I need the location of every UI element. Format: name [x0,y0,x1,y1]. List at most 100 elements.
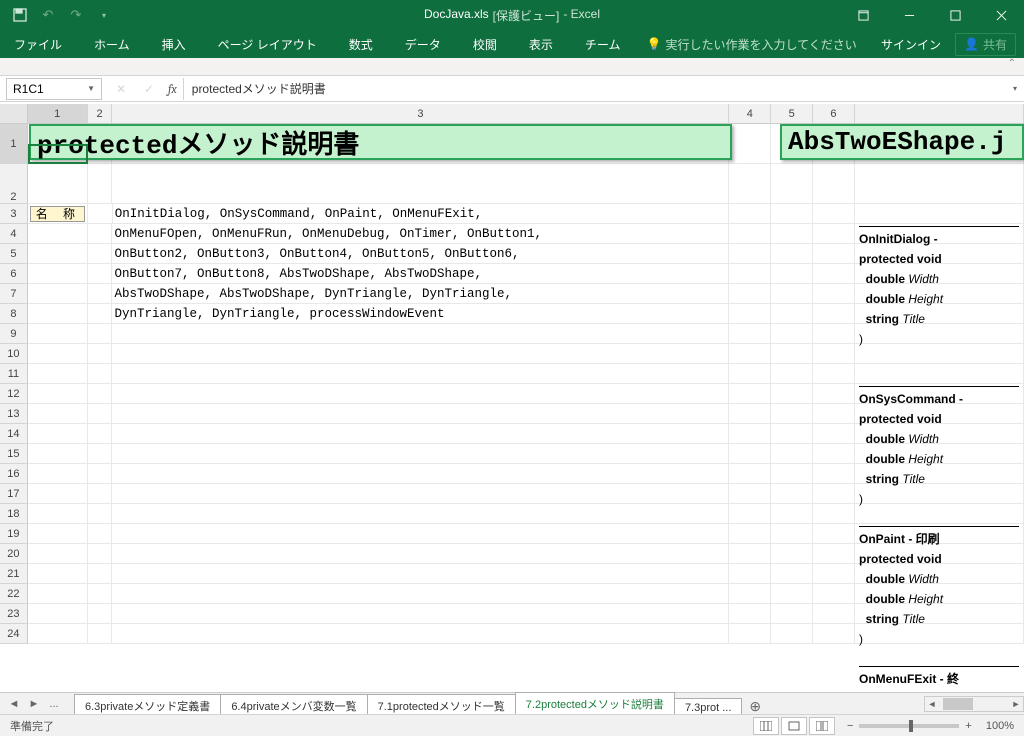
cell[interactable] [88,364,113,384]
sheet-tab[interactable]: 6.3privateメソッド定義書 [74,694,221,716]
cell[interactable] [729,404,771,424]
cell[interactable] [729,324,771,344]
cell[interactable] [112,164,729,204]
cell[interactable] [88,544,113,564]
cell[interactable] [28,364,88,384]
cell[interactable] [813,504,855,524]
cell[interactable] [28,384,88,404]
formula-expand-icon[interactable]: ▾ [1006,84,1024,93]
cell[interactable]: DynTriangle, DynTriangle, processWindowE… [112,304,729,324]
zoom-in-button[interactable]: + [965,720,971,732]
cell[interactable] [88,264,113,284]
cell[interactable] [729,204,771,224]
cell[interactable] [112,444,729,464]
cell[interactable] [88,384,113,404]
cell[interactable] [729,524,771,544]
cell[interactable] [112,484,729,504]
col-header-7[interactable] [855,104,1024,123]
cell[interactable] [729,624,771,644]
cell[interactable] [729,424,771,444]
maximize-button[interactable] [932,0,978,30]
cell[interactable] [813,604,855,624]
cell[interactable] [813,564,855,584]
cell[interactable]: 名 称 [28,204,88,224]
cell[interactable] [813,304,855,324]
row-header[interactable]: 13 [0,404,28,424]
cell[interactable] [28,264,88,284]
cell[interactable] [112,604,729,624]
cell[interactable] [28,484,88,504]
row-header[interactable]: 23 [0,604,28,624]
col-header-1[interactable]: 1 [28,104,88,123]
tab-view[interactable]: 表示 [523,30,559,58]
cell[interactable] [28,304,88,324]
cell[interactable] [771,284,813,304]
cell[interactable] [771,364,813,384]
row-header[interactable]: 5 [0,244,28,264]
qat-dropdown-icon[interactable]: ▾ [96,7,112,23]
cell[interactable] [771,424,813,444]
cell[interactable] [729,284,771,304]
cell[interactable] [112,364,729,384]
cell[interactable] [771,224,813,244]
cell[interactable] [88,344,113,364]
row-header[interactable]: 14 [0,424,28,444]
view-pagebreak-icon[interactable] [809,717,835,735]
cell[interactable] [855,164,1024,204]
row-header[interactable]: 17 [0,484,28,504]
tab-home[interactable]: ホーム [88,30,136,58]
cell[interactable] [771,164,813,204]
cell[interactable]: OnInitDialog, OnSysCommand, OnPaint, OnM… [113,204,730,224]
tab-nav-next-icon[interactable]: ► [28,698,40,710]
horizontal-scrollbar[interactable]: ◄ ► [924,696,1024,712]
zoom-slider[interactable] [859,724,959,728]
col-header-5[interactable]: 5 [771,104,813,123]
cell[interactable] [729,344,771,364]
cell[interactable] [729,364,771,384]
zoom-level[interactable]: 100% [986,720,1014,732]
cell[interactable] [813,204,855,224]
cell[interactable] [771,384,813,404]
cell[interactable] [771,404,813,424]
cell[interactable] [729,464,771,484]
cell[interactable] [112,624,729,644]
row-header[interactable]: 22 [0,584,28,604]
cell[interactable] [729,544,771,564]
col-header-4[interactable]: 4 [729,104,771,123]
row-header[interactable]: 2 [0,164,28,204]
cell[interactable] [729,564,771,584]
cell[interactable] [112,404,729,424]
cell[interactable] [813,384,855,404]
cell[interactable] [112,504,729,524]
cell[interactable] [729,264,771,284]
cell[interactable] [88,404,113,424]
cell[interactable]: AbsTwoDShape, AbsTwoDShape, DynTriangle,… [112,284,729,304]
cell[interactable] [771,564,813,584]
save-icon[interactable] [12,7,28,23]
cell[interactable] [813,444,855,464]
cell[interactable] [855,204,1024,224]
cell[interactable] [771,464,813,484]
col-header-3[interactable]: 3 [112,104,729,123]
cell[interactable] [28,244,88,264]
scroll-left-icon[interactable]: ◄ [925,699,939,709]
cancel-formula-icon[interactable]: ✕ [112,82,130,96]
cell[interactable] [112,344,729,364]
cell[interactable] [771,624,813,644]
cell[interactable] [88,424,113,444]
cell[interactable]: OnButton7, OnButton8, AbsTwoDShape, AbsT… [112,264,729,284]
col-header-6[interactable]: 6 [813,104,855,123]
tell-me-box[interactable]: 💡 実行したい作業を入力してください [646,36,856,53]
cell[interactable] [28,504,88,524]
cell[interactable] [112,564,729,584]
zoom-out-button[interactable]: − [847,720,853,732]
cell[interactable] [771,584,813,604]
row-header[interactable]: 3 [0,204,28,224]
cell[interactable] [88,504,113,524]
cell[interactable] [28,444,88,464]
cell[interactable] [729,224,771,244]
cell[interactable]: OnButton2, OnButton3, OnButton4, OnButto… [112,244,729,264]
cell[interactable] [729,504,771,524]
cell[interactable] [855,364,1024,384]
sheet-tab[interactable]: 7.1protectedメソッド一覧 [367,694,516,716]
